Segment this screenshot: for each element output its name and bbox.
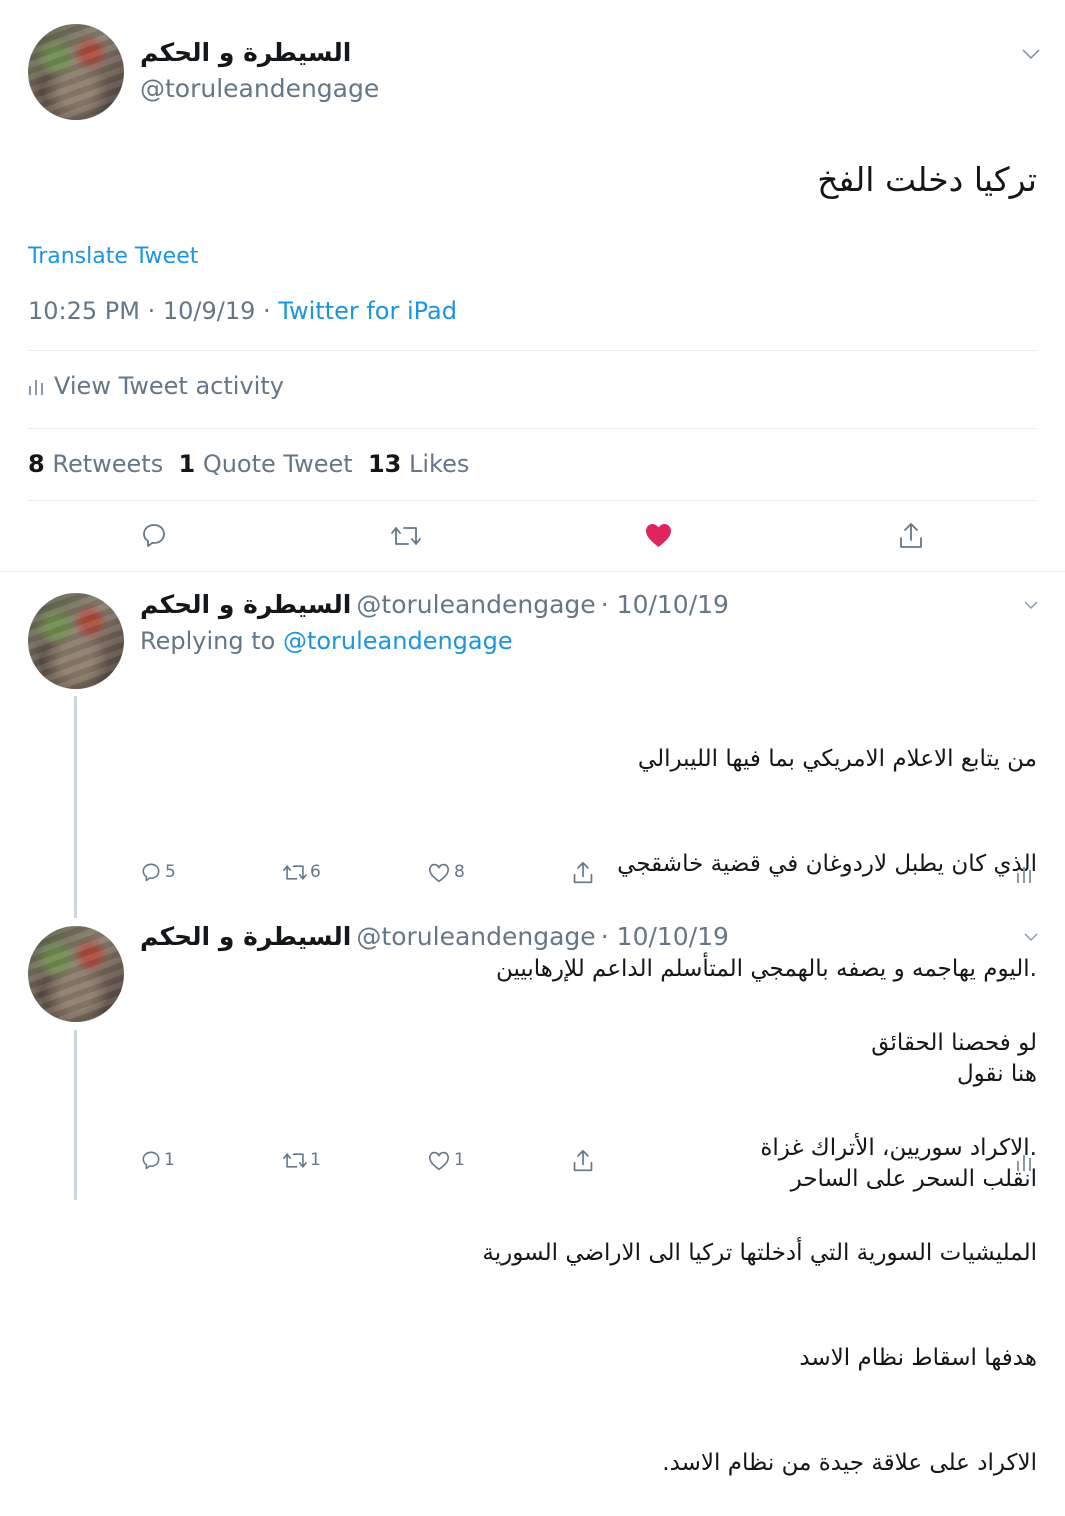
reply-icon[interactable] — [141, 522, 167, 548]
thread-line — [74, 1030, 77, 1200]
likes-stat[interactable]: 13 Likes — [368, 450, 469, 478]
reply-date[interactable]: · 10/10/19 — [601, 922, 729, 951]
quotes-stat[interactable]: 1 Quote Tweet — [178, 450, 352, 478]
reply-avatar[interactable] — [28, 593, 124, 689]
divider — [28, 500, 1037, 501]
like-count: 1 — [454, 1150, 465, 1170]
chevron-down-icon[interactable] — [1024, 601, 1038, 610]
retweets-stat[interactable]: 8 Retweets — [28, 450, 163, 478]
retweet-count: 1 — [310, 1150, 321, 1170]
tweet-meta: 10:25 PM · 10/9/19 · Twitter for iPad — [28, 297, 457, 325]
tweet-source-link[interactable]: Twitter for iPad — [278, 297, 457, 325]
view-tweet-activity-label: View Tweet activity — [54, 372, 284, 400]
reply-count: 1 — [164, 1150, 175, 1170]
divider — [28, 428, 1037, 429]
author-display-name[interactable]: السيطرة و الحكم — [140, 38, 351, 67]
reply-count: 5 — [165, 862, 176, 882]
tweet-stats: 8 Retweets 1 Quote Tweet 13 Likes — [28, 450, 469, 478]
retweet-icon[interactable] — [390, 524, 422, 548]
likes-count: 13 — [367, 450, 402, 478]
reply-text-line: هدفها اسقاط نظام الاسد — [799, 1345, 1037, 1371]
reply-text-line: لو فحصنا الحقائق — [871, 1030, 1037, 1056]
reply-date[interactable]: · 10/10/19 — [601, 590, 729, 619]
translate-tweet-link[interactable]: Translate Tweet — [28, 244, 198, 269]
retweet-icon[interactable] — [282, 863, 308, 882]
like-heart-icon[interactable] — [428, 1151, 450, 1171]
reply-avatar[interactable] — [28, 926, 124, 1022]
analytics-icon[interactable] — [1016, 1152, 1032, 1172]
reply-handle[interactable]: @toruleandengage — [356, 590, 595, 619]
replying-to-handle[interactable]: @toruleandengage — [283, 627, 513, 655]
replying-to-label: Replying to — [140, 627, 283, 655]
thread-line — [74, 696, 77, 918]
author-avatar[interactable] — [28, 24, 124, 120]
reply-display-name[interactable]: السيطرة و الحكم — [140, 590, 351, 619]
replying-to: Replying to @toruleandengage — [140, 627, 513, 655]
share-icon[interactable] — [572, 1149, 594, 1173]
view-tweet-activity[interactable]: View Tweet activity — [28, 372, 284, 400]
analytics-icon[interactable] — [1016, 864, 1032, 884]
divider — [0, 571, 1065, 572]
quotes-count: 1 — [178, 450, 196, 478]
author-handle[interactable]: @toruleandengage — [140, 74, 379, 103]
tweet-text: تركيا دخلت الفخ — [817, 160, 1037, 199]
reply-display-name[interactable]: السيطرة و الحكم — [140, 922, 351, 951]
chevron-down-icon[interactable] — [1024, 933, 1038, 942]
likes-label: Likes — [408, 450, 470, 478]
share-icon[interactable] — [898, 522, 924, 550]
chevron-down-icon[interactable] — [1022, 48, 1040, 60]
share-icon[interactable] — [572, 861, 594, 885]
reply-icon[interactable] — [141, 1150, 161, 1170]
like-count: 8 — [454, 862, 465, 882]
quotes-label: Quote Tweet — [202, 450, 353, 478]
retweets-count: 8 — [28, 450, 45, 478]
analytics-icon — [28, 376, 44, 396]
retweets-label: Retweets — [52, 450, 164, 478]
reply-header: السيطرة و الحكم @toruleandengage · 10/10… — [140, 590, 729, 619]
divider — [28, 350, 1037, 351]
reply-text: لو فحصنا الحقائق .الاكراد سوريين، الأترا… — [482, 956, 1037, 1516]
reply-text-line: من يتابع الاعلام الامريكي بما فيها الليب… — [637, 746, 1037, 772]
tweet-timestamp: 10:25 PM · 10/9/19 · — [28, 297, 279, 325]
like-heart-icon[interactable] — [428, 863, 450, 883]
reply-text-line: المليشيات السورية التي أدخلتها تركيا الى… — [482, 1240, 1037, 1266]
retweet-count: 6 — [310, 862, 321, 882]
reply-handle[interactable]: @toruleandengage — [356, 922, 595, 951]
retweet-icon[interactable] — [282, 1151, 308, 1170]
reply-text-line: الاكراد على علاقة جيدة من نظام الاسد. — [662, 1450, 1037, 1476]
reply-icon[interactable] — [141, 862, 161, 882]
reply-text-line: .الاكراد سوريين، الأتراك غزاة — [760, 1135, 1037, 1161]
reply-header: السيطرة و الحكم @toruleandengage · 10/10… — [140, 922, 729, 951]
like-filled-heart-icon[interactable] — [645, 523, 672, 548]
